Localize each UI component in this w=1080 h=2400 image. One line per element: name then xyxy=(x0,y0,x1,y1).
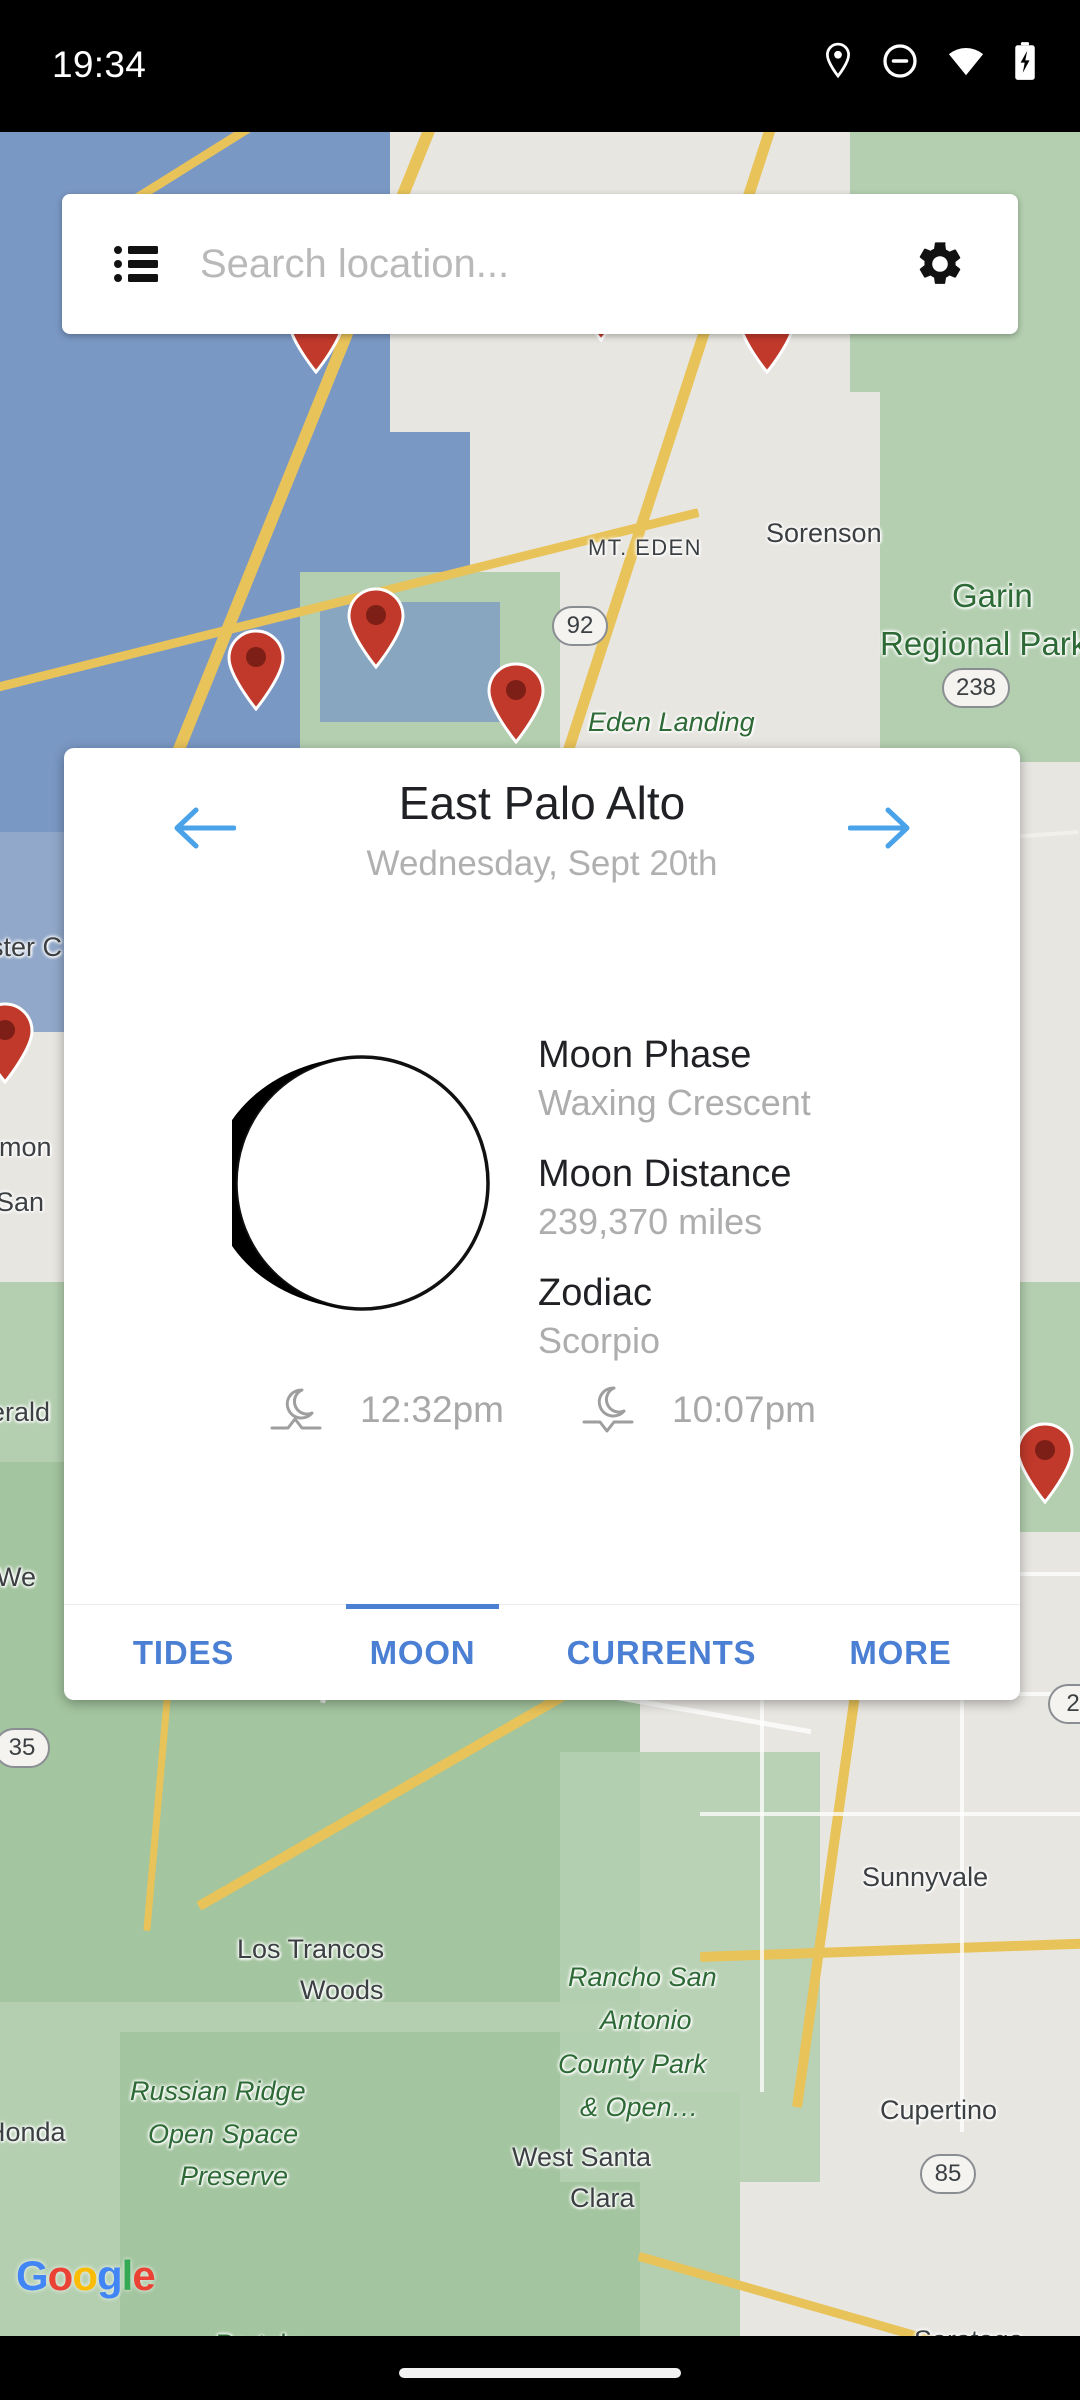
map-pin[interactable] xyxy=(0,1002,36,1084)
map-label-open-space: Open Space xyxy=(148,2119,299,2149)
map-pin[interactable] xyxy=(345,587,407,669)
map-shield-92: 92 xyxy=(552,606,608,646)
moon-phase-value: Waxing Crescent xyxy=(538,1082,811,1123)
moon-distance-value: 239,370 miles xyxy=(538,1201,763,1242)
moon-info-list: Moon Phase Waxing Crescent Moon Distance… xyxy=(538,1036,811,1359)
map-label-antonio: Antonio xyxy=(600,2005,692,2035)
map-pin[interactable] xyxy=(1014,1422,1076,1504)
card-header: East Palo Alto Wednesday, Sept 20th xyxy=(64,748,1020,912)
map-shield-238b: 2 xyxy=(1048,1684,1080,1724)
map-label-russian-ridge: Russian Ridge xyxy=(130,2076,306,2106)
info-card: East Palo Alto Wednesday, Sept 20th Moon… xyxy=(64,748,1020,1700)
map-label-emerald-clipped: erald xyxy=(0,1397,51,1427)
google-logo-letter-e: e xyxy=(132,2252,155,2299)
moon-distance-label: Moon Distance xyxy=(538,1153,792,1195)
map-label-portola: Portola xyxy=(216,2329,302,2336)
moonrise-group: 12:32pm xyxy=(268,1382,504,1438)
gear-icon[interactable] xyxy=(914,238,966,290)
google-logo-letter-o1: o xyxy=(47,2252,74,2299)
google-logo-letter-g1: G xyxy=(16,2252,49,2299)
moon-phase-label: Moon Phase xyxy=(538,1034,752,1076)
battery-charging-icon xyxy=(1014,42,1036,80)
map-label-preserve: Preserve xyxy=(180,2161,289,2191)
moonset-icon xyxy=(580,1382,636,1438)
map-label-garin: Garin xyxy=(952,577,1033,614)
map-label-sorenson: Sorenson xyxy=(766,518,882,548)
gesture-home-pill[interactable] xyxy=(399,2368,681,2378)
next-day-arrow-icon[interactable] xyxy=(847,806,912,850)
do-not-disturb-icon xyxy=(882,43,918,79)
google-logo-letter-l: l xyxy=(121,2252,134,2299)
map-label-sunnyvale: Sunnyvale xyxy=(862,1862,989,1892)
moonrise-time: 12:32pm xyxy=(360,1389,504,1430)
phone-screen: Castro Valley MT. EDEN Sorenson Garin Re… xyxy=(0,0,1080,2400)
map-shield-85: 85 xyxy=(920,2154,976,2194)
google-attribution-logo: Google xyxy=(16,2252,156,2300)
waxing-crescent-moon-icon xyxy=(212,1053,492,1313)
map-label-los-trancos: Los Trancos xyxy=(237,1934,385,1964)
search-input[interactable] xyxy=(200,241,914,287)
tab-tides[interactable]: TIDES xyxy=(64,1605,303,1700)
location-pin-icon xyxy=(823,42,853,80)
map-label-san-clipped: San xyxy=(0,1187,45,1217)
map-label-we-clipped: We xyxy=(0,1562,37,1592)
map-label-fremont-clipped: rmon xyxy=(0,1132,52,1162)
map-label-cupertino: Cupertino xyxy=(880,2095,998,2125)
card-tab-bar: TIDES MOON CURRENTS MORE xyxy=(64,1604,1020,1700)
map-label-west-santa: West Santa xyxy=(512,2142,652,2172)
map-label-and-open: & Open… xyxy=(580,2092,699,2122)
zodiac-value: Scorpio xyxy=(538,1320,661,1361)
card-body: Moon Phase Waxing Crescent Moon Distance… xyxy=(64,912,1020,1492)
map-label-la-honda-clipped: Honda xyxy=(0,2117,66,2147)
moonrise-icon xyxy=(268,1382,324,1438)
search-bar[interactable] xyxy=(62,194,1018,334)
map-label-saratoga: Saratoga xyxy=(914,2325,1024,2336)
moonset-group: 10:07pm xyxy=(580,1382,816,1438)
google-logo-letter-o2: o xyxy=(72,2252,98,2299)
status-bar-clock: 19:34 xyxy=(52,44,147,85)
map-label-garin-regional-park: Regional Park xyxy=(880,625,1080,662)
android-navigation-bar xyxy=(0,2336,1080,2400)
map-label-woods: Woods xyxy=(300,1975,384,2005)
tab-currents[interactable]: CURRENTS xyxy=(542,1605,781,1700)
map-label-clara: Clara xyxy=(570,2183,635,2213)
tab-moon[interactable]: MOON xyxy=(303,1604,542,1700)
moonrise-moonset-row: 12:32pm 10:07pm xyxy=(64,1362,1020,1458)
map-label-rancho-san: Rancho San xyxy=(568,1962,717,1992)
map-label-eden-landing: Eden Landing xyxy=(588,707,755,737)
status-bar: 19:34 xyxy=(0,0,1080,132)
map-label-mt-eden: MT. EDEN xyxy=(588,535,702,560)
wifi-icon xyxy=(947,46,985,76)
map-label-county-park: County Park xyxy=(558,2049,707,2079)
moonset-time: 10:07pm xyxy=(672,1389,816,1430)
map-shield-238: 238 xyxy=(942,668,1010,708)
map-label-foster-city-clipped: ster C xyxy=(0,932,63,962)
map-pin[interactable] xyxy=(225,629,287,711)
map-road-minor4 xyxy=(700,1812,1080,1816)
previous-day-arrow-icon[interactable] xyxy=(172,806,237,850)
list-icon[interactable] xyxy=(114,244,158,284)
google-logo-letter-g2: g xyxy=(96,2252,123,2299)
status-bar-icons xyxy=(823,42,1036,80)
tab-more[interactable]: MORE xyxy=(781,1605,1020,1700)
map-shield-35: 35 xyxy=(0,1728,50,1768)
map-pin[interactable] xyxy=(485,662,547,744)
zodiac-label: Zodiac xyxy=(538,1272,653,1314)
